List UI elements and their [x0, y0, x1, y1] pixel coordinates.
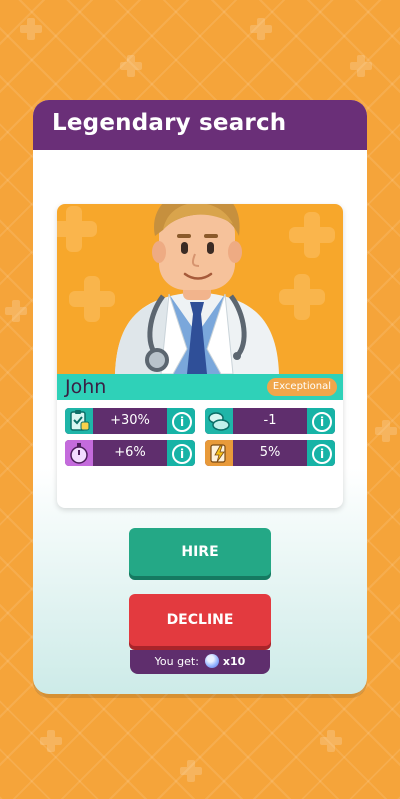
candidate-name-bar: John Exceptional [57, 374, 343, 400]
dialog-title: Legendary search [52, 110, 287, 136]
stat-value: +30% [110, 413, 150, 428]
background-cross-icon [250, 18, 272, 40]
stat-info-button[interactable]: i [307, 408, 335, 434]
dialog-header: Legendary search [33, 100, 367, 150]
stat-value: 5% [259, 445, 281, 460]
stat-row: 5% i [205, 440, 335, 466]
reward-amount: x10 [222, 655, 246, 668]
decline-reward: You get: x10 [130, 650, 270, 674]
background-cross-icon [20, 18, 42, 40]
info-icon: i [312, 444, 332, 464]
background-cross-icon [120, 55, 142, 77]
stopwatch-icon [65, 440, 93, 466]
candidate-name: John [65, 376, 107, 398]
stat-value: +6% [114, 445, 146, 460]
decline-button[interactable]: DECLINE [129, 594, 271, 646]
stat-value: -1 [263, 413, 277, 428]
stat-row: -1 i [205, 408, 335, 434]
background-cross-icon [180, 760, 202, 782]
stat-info-button[interactable]: i [307, 440, 335, 466]
stat-info-button[interactable]: i [167, 440, 195, 466]
reward-label: You get: [154, 655, 199, 668]
clipboard-icon [65, 408, 93, 434]
gem-icon [204, 654, 219, 668]
background-cross-icon [40, 730, 62, 752]
info-icon: i [172, 412, 192, 432]
background-cross-icon [320, 730, 342, 752]
legendary-search-dialog: Legendary search John Exceptional +30% i… [33, 100, 367, 694]
lightning-icon [205, 440, 233, 466]
stat-info-button[interactable]: i [167, 408, 195, 434]
candidate-card: John Exceptional +30% i -1 i +6% i 5% i [57, 204, 343, 508]
hire-button[interactable]: HIRE [129, 528, 271, 576]
candidate-portrait [57, 204, 343, 374]
rank-badge: Exceptional [266, 378, 337, 396]
stat-row: +30% i [65, 408, 195, 434]
stat-row: +6% i [65, 440, 195, 466]
pills-icon [205, 408, 233, 434]
background-cross-icon [350, 55, 372, 77]
info-icon: i [172, 444, 192, 464]
background-cross-icon [5, 300, 27, 322]
doctor-avatar [115, 204, 279, 374]
info-icon: i [312, 412, 332, 432]
stats-grid: +30% i -1 i +6% i 5% i [57, 400, 343, 508]
background-cross-icon [375, 420, 397, 442]
